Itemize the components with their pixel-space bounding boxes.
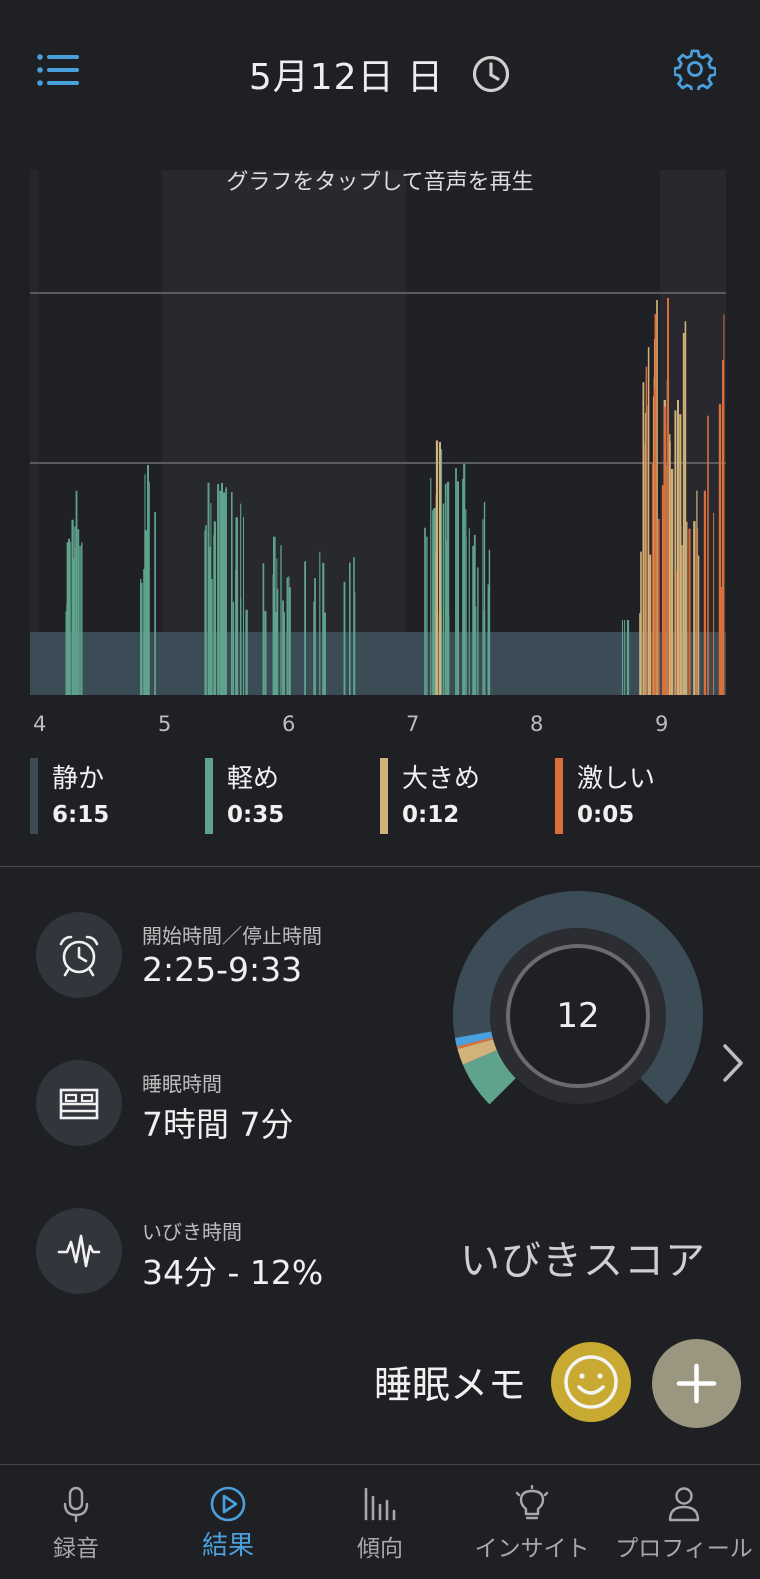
tab-trends[interactable]: 傾向 bbox=[304, 1465, 456, 1579]
x-tick-label: 8 bbox=[530, 712, 544, 736]
tab-record[interactable]: 録音 bbox=[0, 1465, 152, 1579]
legend-value: 0:12 bbox=[402, 802, 460, 828]
settings-button[interactable] bbox=[673, 48, 717, 94]
title-row: 5月12日 日 bbox=[0, 48, 760, 100]
tab-label: 録音 bbox=[53, 1536, 99, 1562]
header: 5月12日 日 bbox=[0, 0, 760, 150]
legend-value: 6:15 bbox=[52, 802, 110, 828]
play-circle-icon bbox=[210, 1486, 246, 1522]
legend-label: 静か bbox=[52, 764, 105, 794]
tab-label: プロフィール bbox=[615, 1536, 753, 1562]
tab-results[interactable]: 結果 bbox=[152, 1465, 304, 1579]
legend-label: 大きめ bbox=[402, 764, 481, 794]
history-button[interactable] bbox=[471, 54, 511, 94]
x-tick-label: 4 bbox=[33, 712, 47, 736]
tab-label: インサイト bbox=[474, 1536, 590, 1562]
score-value: 12 bbox=[556, 996, 600, 1036]
legend-value: 0:05 bbox=[577, 802, 635, 828]
microphone-icon bbox=[63, 1486, 89, 1523]
stat-label: 開始時間／停止時間 bbox=[142, 924, 322, 948]
section-divider bbox=[0, 866, 760, 867]
stat-icon-wrap bbox=[36, 1060, 122, 1146]
stat-value: 34分 - 12% bbox=[142, 1253, 324, 1292]
snore-score-label[interactable]: いびきスコア bbox=[448, 1228, 718, 1286]
stat-icon-wrap bbox=[36, 912, 122, 998]
bar-chart-icon bbox=[364, 1487, 396, 1521]
legend-label: 激しい bbox=[577, 764, 656, 794]
tab-label: 結果 bbox=[201, 1531, 254, 1561]
stat-label: 睡眠時間 bbox=[142, 1072, 222, 1096]
tab-profile[interactable]: プロフィール bbox=[608, 1465, 760, 1579]
x-tick-label: 6 bbox=[282, 712, 296, 736]
x-tick-label: 7 bbox=[406, 712, 420, 736]
snore-score-gauge[interactable]: 12 bbox=[448, 886, 708, 1116]
x-tick-label: 9 bbox=[655, 712, 669, 736]
legend-value: 0:35 bbox=[227, 802, 285, 828]
alarm-clock-icon bbox=[59, 935, 99, 977]
date-title[interactable]: 5月12日 日 bbox=[249, 48, 444, 100]
mood-button[interactable] bbox=[551, 1342, 631, 1422]
graph-phase-band bbox=[30, 170, 38, 695]
legend-swatch bbox=[205, 758, 213, 834]
waveform-icon bbox=[57, 1234, 101, 1268]
next-button[interactable] bbox=[718, 1040, 748, 1086]
stat-value: 7時間 7分 bbox=[142, 1105, 294, 1144]
stat-value: 2:25-9:33 bbox=[142, 950, 303, 989]
legend-swatch bbox=[30, 758, 38, 834]
bed-icon bbox=[59, 1088, 99, 1120]
stat-icon-wrap bbox=[36, 1208, 122, 1294]
clock-icon bbox=[473, 55, 510, 93]
snore-chart bbox=[30, 170, 726, 695]
quiet-baseline-area bbox=[30, 632, 726, 695]
bottom-tab-bar: 録音 結果 傾向 インサイト プロフィール bbox=[0, 1464, 760, 1579]
graph-hint: グラフをタップして音声を再生 bbox=[226, 170, 534, 195]
sleep-memo-label: 睡眠メモ bbox=[374, 1363, 527, 1407]
person-icon bbox=[668, 1487, 700, 1522]
snore-graph[interactable]: グラフをタップして音声を再生 bbox=[0, 150, 760, 710]
lightbulb-icon bbox=[515, 1485, 549, 1520]
legend: 静か 6:15 軽め 0:35 大きめ 0:12 激しい 0:05 bbox=[0, 756, 760, 836]
x-axis: 4 5 6 7 8 9 bbox=[0, 712, 760, 742]
stat-label: いびき時間 bbox=[142, 1220, 242, 1244]
tab-insights[interactable]: インサイト bbox=[456, 1465, 608, 1579]
legend-swatch bbox=[555, 758, 563, 834]
smiley-face-icon bbox=[564, 1355, 618, 1409]
gear-icon bbox=[673, 49, 717, 94]
x-tick-label: 5 bbox=[158, 712, 172, 736]
tab-label: 傾向 bbox=[357, 1536, 403, 1562]
chevron-right-icon bbox=[723, 1044, 743, 1082]
legend-swatch bbox=[380, 758, 388, 834]
plus-icon bbox=[676, 1363, 717, 1404]
legend-label: 軽め bbox=[227, 764, 280, 794]
add-memo-button[interactable] bbox=[652, 1339, 741, 1428]
